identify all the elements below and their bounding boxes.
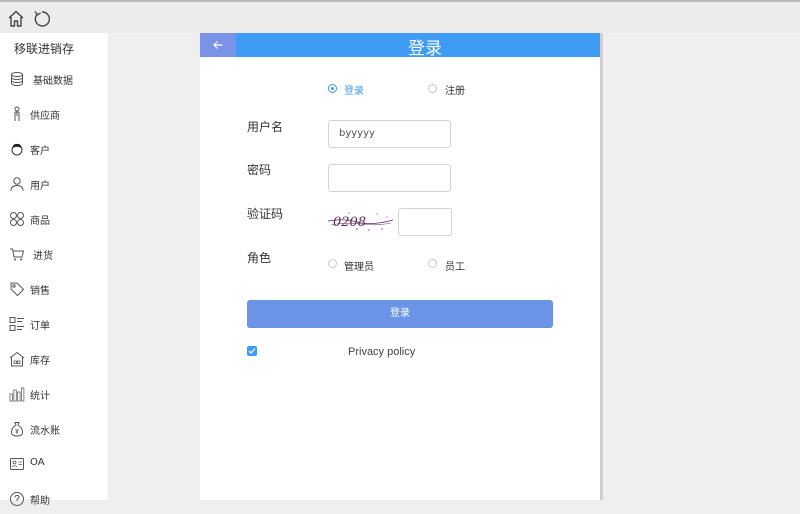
sidebar-item-ledger[interactable]: 流水账 — [0, 414, 108, 444]
role-radio-admin[interactable] — [328, 259, 337, 268]
sidebar-item-user[interactable]: 用户 — [0, 169, 108, 199]
register-mode-radio[interactable] — [428, 84, 437, 93]
page-title: 登录 — [408, 39, 442, 59]
cart-icon — [10, 248, 25, 261]
database-icon — [11, 72, 23, 86]
sidebar-item-label: 销售 — [30, 286, 50, 297]
password-label: 密码 — [247, 163, 272, 177]
sidebar-item-label: 客户 — [30, 146, 50, 157]
app-title: 移联进销存 — [14, 42, 75, 56]
captcha-input[interactable] — [398, 208, 452, 236]
role-option-admin: 管理员 — [344, 262, 374, 273]
check-icon — [248, 348, 256, 354]
sidebar-item-basic-data[interactable]: 基础数据 — [0, 64, 108, 94]
user-icon — [10, 177, 24, 192]
sidebar-item-statistics[interactable]: 统计 — [0, 379, 108, 409]
role-option-staff: 员工 — [445, 262, 465, 273]
order-list-icon — [9, 317, 24, 331]
money-bag-icon — [10, 422, 24, 437]
sidebar-item-label: 用户 — [30, 181, 50, 192]
sidebar-item-oa[interactable]: OA — [0, 449, 108, 479]
sidebar-item-inventory[interactable]: 库存 — [0, 344, 108, 374]
privacy-checkbox[interactable] — [247, 346, 257, 356]
username-input[interactable]: byyyyy — [328, 120, 451, 148]
sidebar-item-sales[interactable]: 销售 — [0, 274, 108, 304]
help-icon — [10, 492, 24, 506]
sidebar-item-purchase[interactable]: 进货 — [0, 239, 108, 269]
id-card-icon — [10, 458, 24, 470]
warehouse-icon — [9, 351, 25, 367]
tag-icon — [10, 282, 25, 297]
sidebar-item-label: 商品 — [30, 216, 50, 227]
top-toolbar — [0, 0, 800, 33]
sidebar-item-label: 基础数据 — [33, 76, 73, 87]
refresh-icon[interactable] — [32, 9, 52, 29]
login-button[interactable]: 登录 — [247, 300, 553, 328]
role-label: 角色 — [247, 251, 272, 265]
arrow-left-icon — [213, 41, 223, 49]
stats-icon — [9, 387, 25, 402]
username-label: 用户名 — [247, 120, 284, 134]
password-input[interactable] — [328, 164, 451, 192]
sidebar-item-help[interactable]: 帮助 — [0, 484, 108, 514]
register-mode-label: 注册 — [445, 86, 465, 97]
sidebar-item-label: 供应商 — [30, 111, 60, 122]
privacy-policy-link[interactable]: Privacy policy — [348, 346, 415, 358]
goods-icon — [10, 212, 24, 226]
login-panel: 登录 登录 注册 用户名 byyyyy 密码 验证码 0208 角色 管理员 员… — [200, 33, 603, 500]
back-button[interactable] — [200, 33, 236, 57]
login-mode-label: 登录 — [344, 86, 364, 97]
captcha-image[interactable]: 0208 — [327, 209, 395, 233]
sidebar-item-label: 流水账 — [30, 426, 60, 437]
sidebar: 移联进销存 基础数据 供应商 客户 用户 商品 进货 销售 订单 库存 统计 流… — [0, 33, 108, 507]
sidebar-item-orders[interactable]: 订单 — [0, 309, 108, 339]
role-radio-staff[interactable] — [428, 259, 437, 268]
sidebar-item-customer[interactable]: 客户 — [0, 134, 108, 164]
customer-icon — [11, 143, 23, 156]
sidebar-item-label: 进货 — [33, 251, 53, 262]
sidebar-item-supplier[interactable]: 供应商 — [0, 99, 108, 129]
login-mode-radio[interactable] — [328, 84, 337, 93]
login-header: 登录 — [200, 33, 600, 59]
sidebar-item-label: 订单 — [30, 321, 50, 332]
sidebar-item-label: 库存 — [30, 356, 50, 367]
captcha-text: 0208 — [333, 215, 366, 230]
supplier-icon — [14, 106, 20, 121]
sidebar-item-label: 统计 — [30, 391, 50, 402]
sidebar-item-goods[interactable]: 商品 — [0, 204, 108, 234]
home-icon[interactable] — [6, 9, 26, 29]
sidebar-item-label: OA — [30, 457, 45, 468]
captcha-label: 验证码 — [247, 207, 284, 221]
